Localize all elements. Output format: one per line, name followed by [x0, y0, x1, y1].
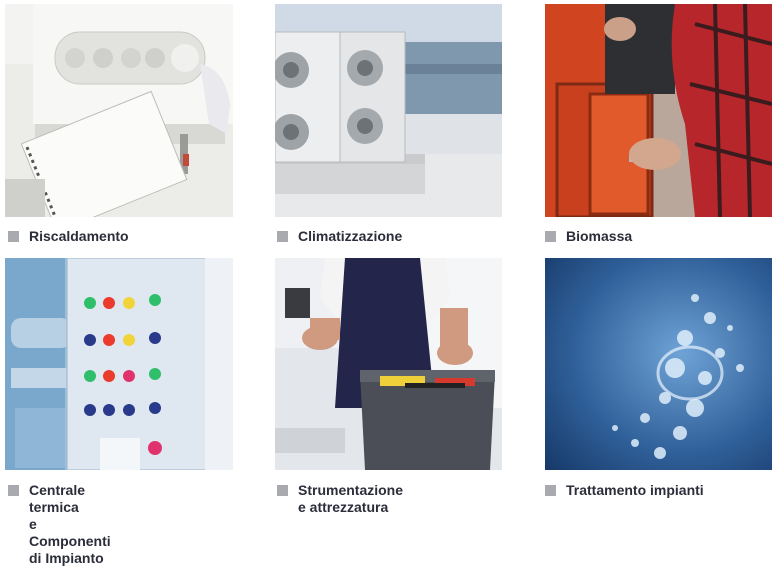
category-label: Strumentazione e attrezzatura [298, 482, 404, 515]
category-label: Centrale termica e Componenti di Impiant… [29, 482, 111, 566]
rooftop-hvac-image[interactable] [275, 4, 502, 217]
bullet-square-icon [545, 485, 556, 496]
category-label: Climatizzazione [298, 228, 403, 244]
wall-boiler-image[interactable] [5, 4, 233, 217]
biomass-stove-image[interactable] [545, 4, 772, 217]
category-label: Biomassa [566, 228, 633, 244]
bullet-square-icon [8, 231, 19, 242]
bullet-square-icon [277, 231, 288, 242]
bullet-square-icon [277, 485, 288, 496]
category-label: Riscaldamento [29, 228, 129, 244]
bullet-square-icon [545, 231, 556, 242]
water-bubbles-image[interactable] [545, 258, 772, 470]
bullet-square-icon [8, 485, 19, 496]
toolbox-image[interactable] [275, 258, 502, 470]
category-label: Trattamento impianti [566, 482, 704, 498]
control-panel-image[interactable] [5, 258, 233, 470]
